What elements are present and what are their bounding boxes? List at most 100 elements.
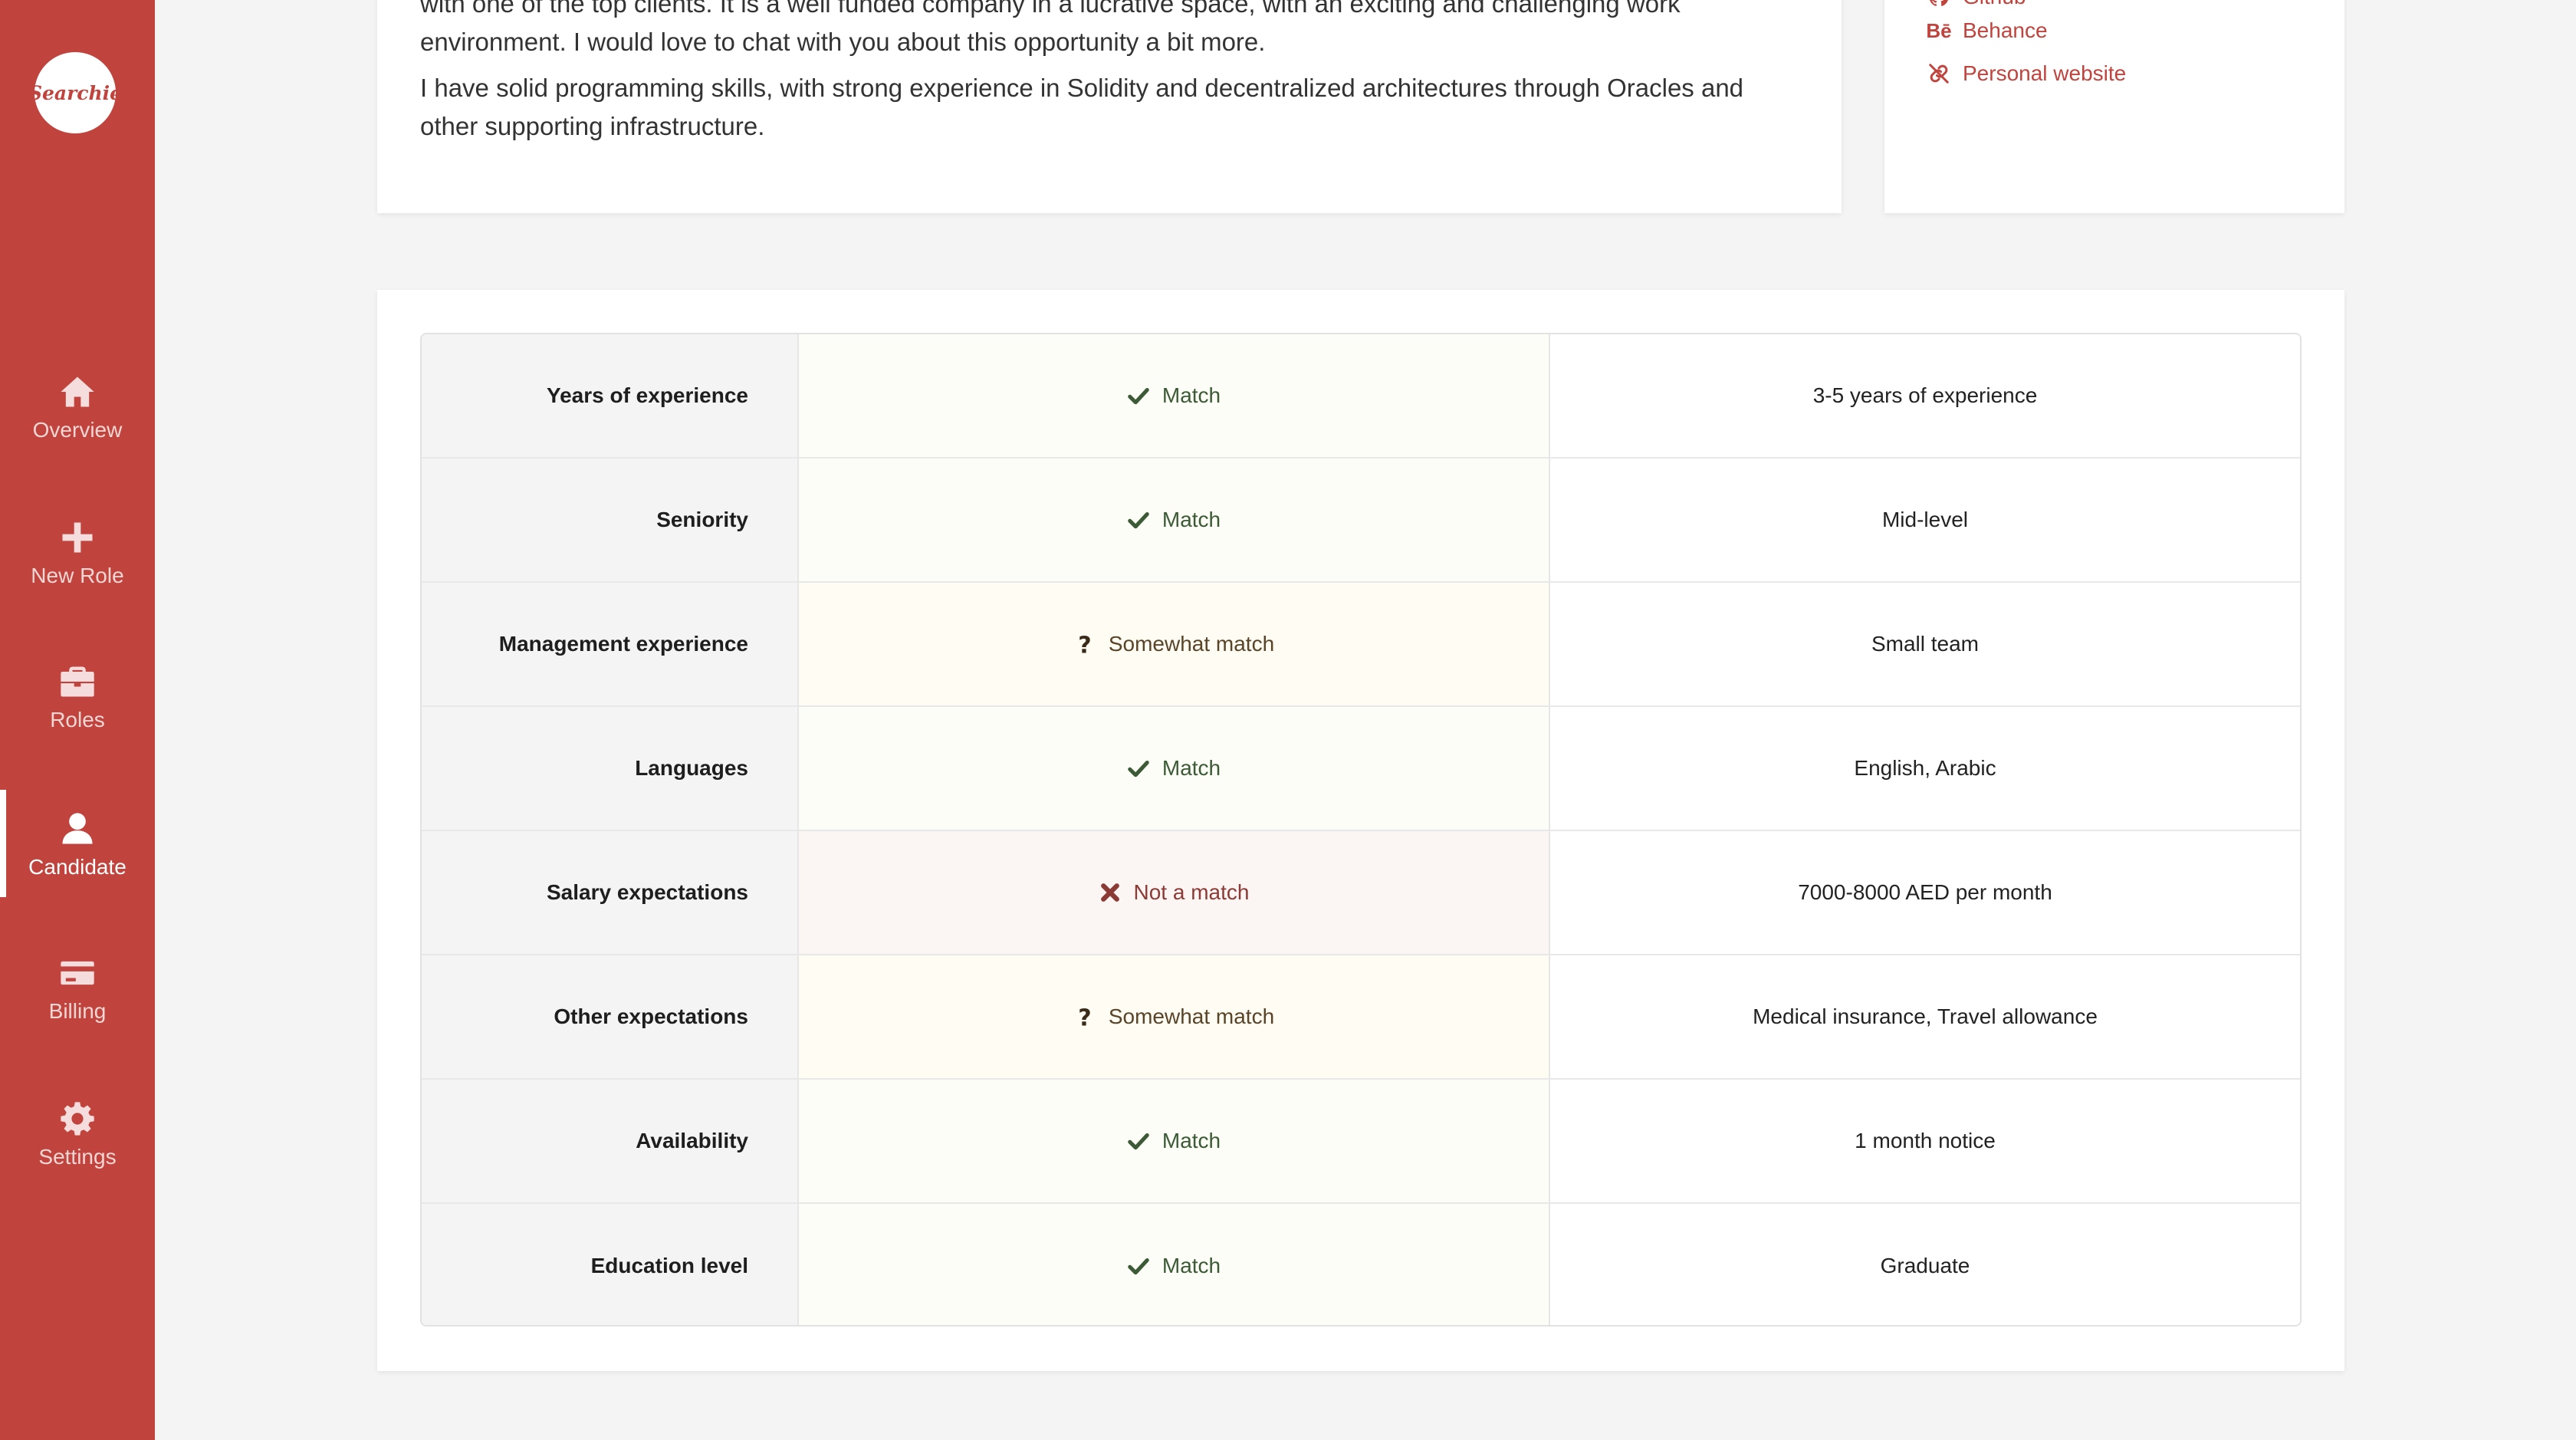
plus-icon	[56, 516, 99, 559]
match-status-text: Match	[1162, 383, 1221, 407]
check-icon	[1127, 1254, 1150, 1277]
question-icon: ?	[1073, 633, 1096, 656]
sidebar-item-settings[interactable]: Settings	[0, 1080, 155, 1187]
match-status: Match	[799, 1204, 1550, 1325]
criterion-value-text: English, Arabic	[1854, 756, 1996, 780]
criterion-label: Management experience	[422, 583, 799, 705]
sidebar-item-label: Candidate	[28, 855, 127, 879]
sidebar-item-label: Overview	[32, 418, 123, 442]
criterion-value: 7000-8000 AED per month	[1550, 831, 2300, 954]
github-icon	[1926, 0, 1952, 8]
link-label: Behance	[1963, 18, 2048, 42]
criterion-text: Seniority	[656, 508, 748, 531]
personal-website-link[interactable]: Personal website	[1926, 61, 2126, 86]
criterion-text: Education level	[590, 1254, 748, 1277]
match-status: ? Somewhat match	[799, 955, 1550, 1078]
logo-text: Searchie	[28, 81, 123, 104]
criterion-value: Mid-level	[1550, 459, 2300, 581]
criterion-label: Education level	[422, 1204, 799, 1325]
criterion-value-text: Medical insurance, Travel allowance	[1753, 1004, 2098, 1028]
match-status: Match	[799, 334, 1550, 457]
match-status-text: Match	[1162, 1129, 1221, 1152]
criterion-value: Graduate	[1550, 1204, 2300, 1325]
svg-text:?: ?	[1078, 1005, 1091, 1028]
criterion-value: Small team	[1550, 583, 2300, 705]
sidebar-item-overview[interactable]: Overview	[0, 353, 155, 460]
sidebar-item-label: Billing	[48, 999, 107, 1023]
table-row: Education level Match Graduate	[422, 1204, 2300, 1325]
criterion-label: Availability	[422, 1080, 799, 1202]
about-card: with one of the top clients. It is a wel…	[377, 0, 1842, 213]
criterion-value-text: Small team	[1871, 632, 1980, 656]
question-icon: ?	[1073, 1005, 1096, 1028]
briefcase-icon	[56, 660, 99, 703]
match-status: Not a match	[799, 831, 1550, 954]
about-paragraph: I have solid programming skills, with st…	[420, 74, 1744, 140]
sidebar-item-label: Settings	[38, 1145, 117, 1169]
match-status-text: Somewhat match	[1108, 632, 1275, 656]
link-label: Github	[1963, 0, 2026, 9]
criterion-label: Salary expectations	[422, 831, 799, 954]
user-icon	[56, 807, 99, 850]
home-icon	[56, 370, 99, 413]
check-icon	[1127, 757, 1150, 780]
table-row: Salary expectations Not a match 7000-8000 …	[422, 831, 2300, 955]
criterion-text: Years of experience	[546, 383, 748, 407]
table-row: Seniority Match Mid-level	[422, 459, 2300, 583]
criterion-value-text: Mid-level	[1881, 508, 1969, 531]
match-status-text: Somewhat match	[1108, 1004, 1275, 1028]
table-row: Availability Match 1 month notice	[422, 1080, 2300, 1204]
about-paragraph: with one of the top clients. It is a wel…	[420, 0, 1681, 56]
criterion-value: 3-5 years of experience	[1550, 334, 2300, 457]
check-icon	[1127, 384, 1150, 407]
match-status-text: Match	[1162, 756, 1221, 780]
criterion-text: Management experience	[498, 632, 748, 656]
link-label: Personal website	[1963, 61, 2127, 85]
criterion-label: Languages	[422, 707, 799, 830]
criterion-text: Languages	[635, 756, 748, 780]
credit-card-icon	[56, 952, 99, 995]
criterion-label: Years of experience	[422, 334, 799, 457]
match-table-card: Years of experience Match 3-5 years of exp…	[377, 290, 2344, 1371]
behance-icon: Bē	[1926, 18, 1952, 42]
criterion-text: Availability	[636, 1129, 748, 1152]
criterion-value-text: Graduate	[1880, 1254, 1970, 1277]
criterion-value-text: 1 month notice	[1855, 1129, 1996, 1152]
match-status-text: Match	[1162, 508, 1221, 531]
criterion-value: 1 month notice	[1550, 1080, 2300, 1202]
criterion-text: Salary expectations	[546, 880, 748, 904]
svg-text:?: ?	[1078, 633, 1091, 656]
links-card: Github Bē Behance Personal website	[1884, 0, 2344, 213]
criterion-label: Other expectations	[422, 955, 799, 1078]
check-icon	[1127, 1129, 1150, 1152]
criterion-value-text: 3-5 years of experience	[1812, 383, 2038, 407]
criterion-value-text: 7000-8000 AED per month	[1798, 880, 2052, 904]
sidebar-item-roles[interactable]: Roles	[0, 643, 155, 750]
app-logo[interactable]: Searchie	[28, 52, 122, 133]
broken-link-icon	[1926, 62, 1952, 85]
cross-icon	[1099, 881, 1122, 904]
table-row: Other expectations? Somewhat match Medical…	[422, 955, 2300, 1080]
sidebar-item-billing[interactable]: Billing	[0, 934, 155, 1041]
match-status-text: Not a match	[1133, 880, 1250, 904]
match-status: ? Somewhat match	[799, 583, 1550, 705]
table-row: Years of experience Match 3-5 years of exp…	[422, 334, 2300, 459]
criterion-value: Medical insurance, Travel allowance	[1550, 955, 2300, 1078]
match-status-text: Match	[1162, 1254, 1221, 1277]
criterion-text: Other expectations	[554, 1004, 748, 1028]
behance-link[interactable]: Bē Behance	[1926, 18, 2048, 43]
sidebar-item-new-role[interactable]: New Role	[0, 498, 155, 606]
check-icon	[1127, 508, 1150, 531]
table-row: Languages Match English, Arabic	[422, 707, 2300, 831]
github-link[interactable]: Github	[1926, 0, 2026, 9]
table-row: Management experience? Somewhat match Smal…	[422, 583, 2300, 707]
match-status: Match	[799, 707, 1550, 830]
match-status: Match	[799, 459, 1550, 581]
sidebar-item-label: Roles	[50, 708, 105, 732]
criterion-label: Seniority	[422, 459, 799, 581]
gear-icon	[56, 1097, 99, 1140]
match-status: Match	[799, 1080, 1550, 1202]
criterion-value: English, Arabic	[1550, 707, 2300, 830]
sidebar-item-candidate[interactable]: Candidate	[0, 790, 155, 897]
match-table: Years of experience Match 3-5 years of exp…	[420, 333, 2302, 1327]
